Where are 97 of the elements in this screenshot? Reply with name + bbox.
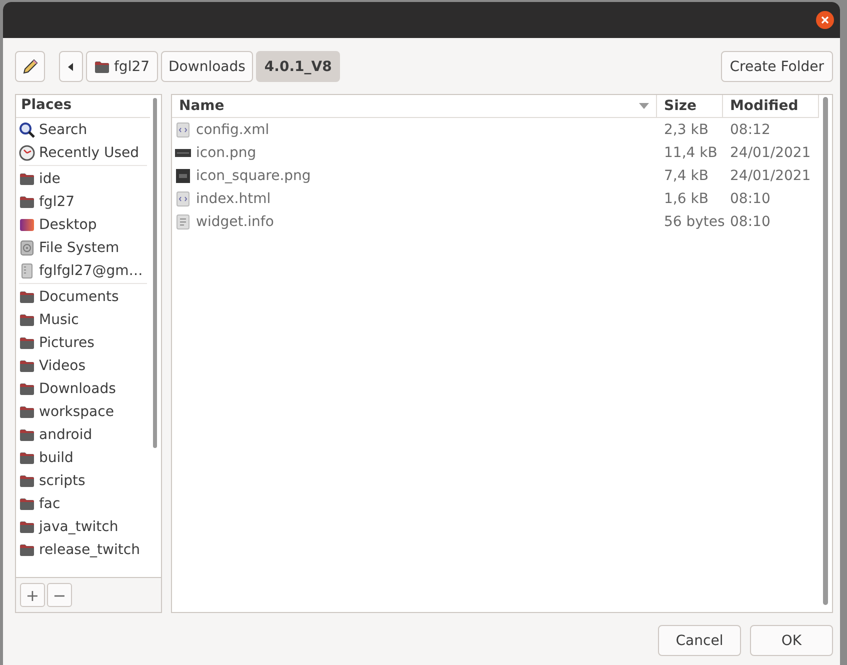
text-file-icon	[175, 214, 191, 230]
folder-icon	[19, 380, 35, 396]
code-file-icon	[175, 190, 191, 206]
place-item[interactable]: workspace	[16, 400, 150, 423]
place-item[interactable]: fglfgl27@gm…	[16, 259, 150, 282]
place-label: ide	[39, 170, 60, 186]
code-file-icon	[175, 122, 191, 138]
dialog-button[interactable]: Cancel	[658, 625, 741, 656]
place-item[interactable]: release_twitch	[16, 538, 150, 561]
place-item[interactable]: Search	[16, 118, 150, 141]
column-header[interactable]: Size	[657, 95, 723, 117]
place-label: fglfgl27@gm…	[39, 262, 143, 278]
folder-icon	[19, 450, 35, 466]
place-label: File System	[39, 240, 120, 256]
folder-icon	[94, 58, 110, 74]
edit-location-button[interactable]	[15, 51, 45, 82]
place-label: Downloads	[39, 380, 116, 396]
file-modified: 08:12	[729, 122, 772, 138]
column-header[interactable]: Name	[172, 95, 657, 117]
file-size: 11,4 kB	[663, 144, 718, 160]
place-item[interactable]: Recently Used	[16, 141, 150, 164]
path-segment[interactable]: Downloads	[160, 51, 254, 82]
file-name[interactable]: config.xml	[196, 122, 270, 138]
place-item[interactable]: Videos	[16, 354, 150, 377]
close-icon	[821, 16, 829, 24]
folder-icon	[19, 472, 35, 488]
place-item[interactable]: ide	[16, 167, 150, 190]
scrollbar-thumb[interactable]	[823, 97, 828, 605]
place-item[interactable]: android	[16, 423, 150, 446]
path-segment[interactable]: 4.0.1_V8	[256, 51, 340, 82]
folder-icon	[19, 312, 35, 328]
file-size: 2,3 kB	[663, 122, 710, 138]
place-item[interactable]: fgl27	[16, 190, 150, 213]
place-item[interactable]: Music	[16, 308, 150, 331]
back-button[interactable]	[59, 51, 83, 82]
place-label: Documents	[39, 288, 119, 304]
sort-icon	[639, 103, 649, 109]
dialog-button[interactable]: OK	[750, 625, 833, 656]
path-segment[interactable]: fgl27	[86, 51, 158, 82]
file-name[interactable]: widget.info	[196, 214, 274, 230]
place-label: Music	[39, 312, 79, 328]
place-item[interactable]: Desktop	[16, 213, 150, 236]
file-name[interactable]: index.html	[196, 190, 271, 206]
file-name[interactable]: icon_square.png	[196, 168, 311, 184]
back-icon	[68, 62, 74, 70]
place-label: Search	[39, 122, 88, 138]
folder-icon	[19, 518, 35, 534]
pencil-icon	[21, 58, 39, 76]
place-label: Videos	[39, 358, 86, 374]
places-header: Places	[16, 95, 150, 118]
search-icon	[19, 122, 35, 138]
file-name[interactable]: icon.png	[196, 144, 256, 160]
place-item[interactable]: fac	[16, 492, 150, 515]
place-label: Desktop	[39, 216, 97, 232]
place-label: scripts	[39, 472, 86, 488]
place-item[interactable]: Downloads	[16, 377, 150, 400]
folder-icon	[19, 426, 35, 442]
image-file-icon	[175, 168, 191, 184]
place-label: Recently Used	[39, 144, 140, 160]
remove-button[interactable]: −	[47, 583, 72, 607]
place-item[interactable]: build	[16, 446, 150, 469]
place-label: android	[39, 426, 92, 442]
place-label: fac	[39, 496, 60, 512]
place-label: java_twitch	[39, 518, 118, 534]
clock-icon	[19, 144, 35, 160]
folder-icon	[19, 496, 35, 512]
file-modified: 24/01/2021	[729, 144, 812, 160]
create-folder-button[interactable]: Create Folder	[720, 51, 833, 82]
place-item[interactable]: scripts	[16, 469, 150, 492]
place-label: workspace	[39, 404, 114, 420]
drive-icon	[19, 262, 35, 278]
file-modified: 08:10	[729, 190, 772, 206]
place-item[interactable]: File System	[16, 236, 150, 259]
close-button[interactable]	[816, 11, 834, 29]
scrollbar-thumb[interactable]	[153, 98, 157, 448]
file-modified: 08:10	[729, 214, 772, 230]
desktop-icon	[19, 216, 35, 232]
folder-icon	[19, 334, 35, 350]
place-label: fgl27	[39, 194, 75, 210]
place-label: release_twitch	[39, 542, 140, 558]
folder-icon	[19, 358, 35, 374]
file-size: 1,6 kB	[663, 190, 710, 206]
folder-icon	[19, 170, 35, 186]
column-header[interactable]: Modified	[723, 95, 819, 117]
place-item[interactable]: java_twitch	[16, 515, 150, 538]
folder-icon	[19, 288, 35, 304]
folder-icon	[19, 194, 35, 210]
folder-icon	[19, 404, 35, 420]
place-item[interactable]: Pictures	[16, 331, 150, 354]
folder-icon	[19, 542, 35, 558]
file-size: 7,4 kB	[663, 168, 710, 184]
file-modified: 24/01/2021	[729, 168, 812, 184]
place-label: build	[39, 450, 74, 466]
place-label: Pictures	[39, 334, 94, 350]
place-item[interactable]: Documents	[16, 285, 150, 308]
add-button[interactable]: +	[20, 583, 45, 607]
file-size: 56 bytes	[663, 214, 723, 230]
